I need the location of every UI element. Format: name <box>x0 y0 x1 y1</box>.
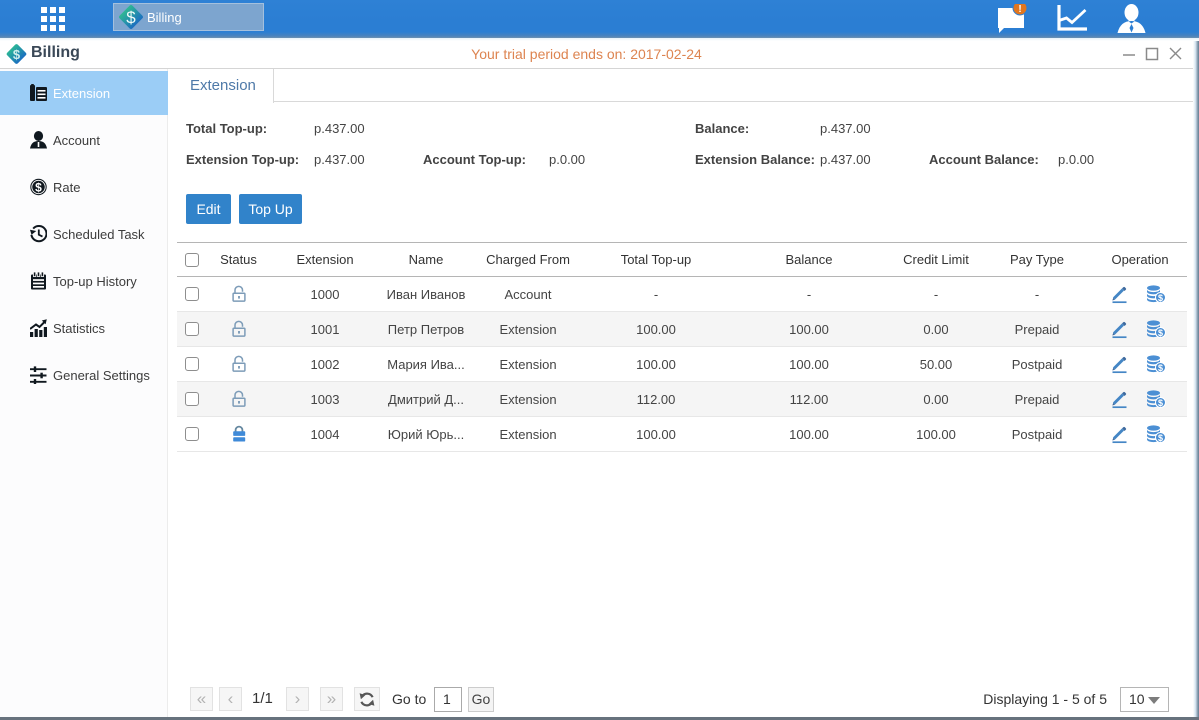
svg-text:$: $ <box>1158 398 1163 408</box>
svg-text:$: $ <box>126 8 136 27</box>
svg-text:$: $ <box>1158 363 1163 373</box>
svg-text:$: $ <box>35 180 42 194</box>
svg-text:$: $ <box>1158 293 1163 303</box>
svg-text:$: $ <box>1158 433 1163 443</box>
svg-text:$: $ <box>1158 328 1163 338</box>
svg-text:!: ! <box>1018 4 1021 15</box>
